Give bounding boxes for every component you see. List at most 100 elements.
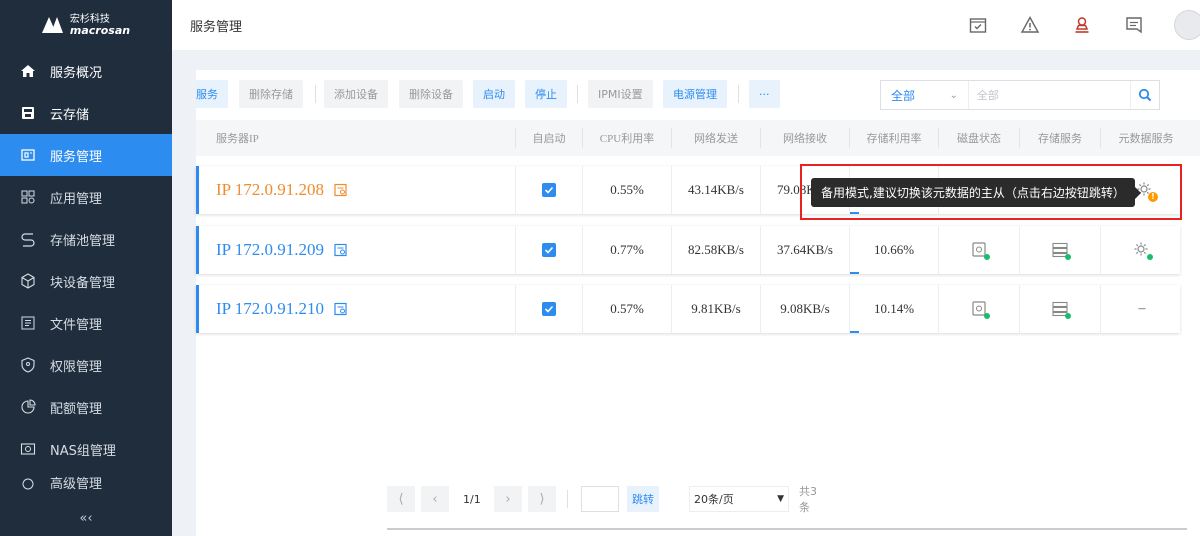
more-button[interactable]: ··· bbox=[749, 80, 780, 108]
sidebar-item-quota[interactable]: 配额管理 bbox=[0, 386, 172, 428]
net-send: 9.81KB/s bbox=[691, 301, 741, 316]
advanced-icon bbox=[20, 476, 36, 492]
status-ok-icon bbox=[984, 254, 990, 260]
logo-mark-icon bbox=[41, 17, 64, 33]
header: 服务管理 bbox=[172, 0, 1200, 50]
next-page-button[interactable]: › bbox=[494, 486, 522, 512]
disk-status-button[interactable] bbox=[970, 241, 990, 260]
metadata-service-button[interactable] bbox=[1133, 241, 1153, 260]
page-size-select[interactable]: 20条/页 ▼ bbox=[689, 486, 789, 512]
logo: 宏杉科技 macrosan bbox=[0, 0, 172, 50]
sidebar-item-overview[interactable]: 服务概况 bbox=[0, 50, 172, 92]
col-net-recv[interactable]: 网络接收 bbox=[761, 120, 849, 156]
message-icon bbox=[1126, 17, 1142, 34]
main-panel: 服务 删除存储 添加设备 删除设备 启动 停止 IPMI设置 电源管理 ··· … bbox=[196, 70, 1200, 536]
last-page-button[interactable]: ⟩ bbox=[528, 486, 556, 512]
table-row[interactable]: IP 172.0.91.210 0.57% 9.81KB/s 9.08KB/s … bbox=[196, 285, 1180, 333]
sidebar-item-label: 服务概况 bbox=[50, 65, 103, 81]
sidebar-item-cloud-storage[interactable]: 云存储 bbox=[0, 92, 172, 134]
autostart-checkbox[interactable] bbox=[542, 183, 556, 197]
sidebar-item-permission[interactable]: 权限管理 bbox=[0, 344, 172, 386]
storage-usage-cell: 10.66% bbox=[850, 226, 938, 274]
status-ok-icon bbox=[1065, 313, 1071, 319]
sidebar-item-block-device[interactable]: 块设备管理 bbox=[0, 260, 172, 302]
search-button[interactable] bbox=[1129, 81, 1159, 109]
alarm-button[interactable] bbox=[1004, 15, 1056, 35]
col-autostart[interactable]: 自启动 bbox=[516, 120, 582, 156]
storage-service-button[interactable] bbox=[1051, 241, 1071, 260]
storage-usage-cell: 10.14% bbox=[850, 285, 938, 333]
sidebar-item-file-management[interactable]: 文件管理 bbox=[0, 302, 172, 344]
cpu-usage: 0.77% bbox=[610, 242, 644, 257]
delete-device-button[interactable]: 删除设备 bbox=[399, 80, 463, 108]
status-ok-icon bbox=[1065, 254, 1071, 260]
status-ok-icon bbox=[1147, 254, 1153, 260]
autostart-checkbox[interactable] bbox=[542, 243, 556, 257]
detail-icon[interactable] bbox=[334, 183, 348, 197]
sidebar-item-label: 配额管理 bbox=[50, 401, 103, 417]
task-check-icon bbox=[969, 18, 987, 33]
status-ok-icon bbox=[984, 313, 990, 319]
message-button[interactable] bbox=[1108, 15, 1160, 35]
storage-usage-value: 10.14% bbox=[873, 301, 915, 316]
sidebar-item-pool-management[interactable]: 存储池管理 bbox=[0, 218, 172, 260]
block-icon bbox=[20, 273, 36, 289]
server-ip-link[interactable]: IP 172.0.91.208 bbox=[216, 180, 348, 200]
caret-down-icon: ▼ bbox=[777, 494, 784, 504]
cpu-usage: 0.55% bbox=[610, 182, 644, 197]
sidebar-item-service-management[interactable]: 服务管理 bbox=[0, 134, 172, 176]
page-jump-input[interactable] bbox=[581, 486, 619, 512]
col-net-send[interactable]: 网络发送 bbox=[672, 120, 760, 156]
detail-icon[interactable] bbox=[334, 302, 348, 316]
power-management-button[interactable]: 电源管理 bbox=[663, 80, 727, 108]
detail-icon[interactable] bbox=[334, 243, 348, 257]
sidebar-item-label: 块设备管理 bbox=[50, 275, 116, 291]
server-ip-link[interactable]: IP 172.0.91.209 bbox=[216, 240, 348, 260]
pool-icon bbox=[20, 231, 36, 247]
net-recv: 37.64KB/s bbox=[777, 242, 833, 257]
filter-select[interactable]: 全部 ⌄ bbox=[881, 81, 969, 109]
col-storage-service[interactable]: 存储服务 bbox=[1020, 120, 1100, 156]
page-info: 1/1 bbox=[463, 492, 481, 506]
sidebar-item-app-management[interactable]: 应用管理 bbox=[0, 176, 172, 218]
nas-icon bbox=[20, 441, 36, 457]
col-metadata-service[interactable]: 元数据服务 bbox=[1101, 120, 1191, 156]
sidebar-item-label: 云存储 bbox=[50, 107, 90, 123]
user-stamp-button[interactable] bbox=[1056, 15, 1108, 35]
service-button[interactable]: 服务 bbox=[196, 80, 228, 108]
delete-storage-button[interactable]: 删除存储 bbox=[239, 80, 303, 108]
sidebar-item-label: 应用管理 bbox=[50, 191, 103, 207]
server-ip-link[interactable]: IP 172.0.91.210 bbox=[216, 299, 348, 319]
col-server-ip[interactable]: 服务器IP bbox=[216, 120, 516, 156]
autostart-checkbox[interactable] bbox=[542, 302, 556, 316]
col-disk-status[interactable]: 磁盘状态 bbox=[939, 120, 1019, 156]
stop-button[interactable]: 停止 bbox=[525, 80, 567, 108]
col-storage-usage[interactable]: 存储利用率 bbox=[850, 120, 938, 156]
sidebar-item-advanced[interactable]: 高级管理 bbox=[0, 470, 172, 492]
jump-button[interactable]: 跳转 bbox=[627, 486, 659, 512]
search-icon bbox=[1138, 88, 1152, 102]
cloud-storage-icon bbox=[20, 105, 36, 121]
col-cpu[interactable]: CPU利用率 bbox=[583, 120, 671, 156]
ipmi-settings-button[interactable]: IPMI设置 bbox=[588, 80, 653, 108]
sidebar: 宏杉科技 macrosan 服务概况 云存储 服务管理 应用管理 存储池管理 块… bbox=[0, 0, 172, 536]
metadata-none: – bbox=[1138, 301, 1146, 316]
sidebar-item-nas-group[interactable]: NAS组管理 bbox=[0, 428, 172, 470]
start-button[interactable]: 启动 bbox=[473, 80, 515, 108]
storage-service-button[interactable] bbox=[1051, 300, 1071, 319]
search-input[interactable] bbox=[968, 81, 1130, 109]
logo-en: macrosan bbox=[69, 24, 131, 37]
add-device-button[interactable]: 添加设备 bbox=[324, 80, 388, 108]
avatar[interactable] bbox=[1174, 10, 1200, 40]
collapse-sidebar-button[interactable]: «‹ bbox=[0, 511, 172, 526]
task-button[interactable] bbox=[952, 15, 1004, 35]
warning-icon bbox=[1020, 16, 1040, 33]
sidebar-item-label: 存储池管理 bbox=[50, 233, 116, 249]
table-row[interactable]: IP 172.0.91.209 0.77% 82.58KB/s 37.64KB/… bbox=[196, 226, 1180, 274]
cpu-usage: 0.57% bbox=[610, 301, 644, 316]
net-recv: 9.08KB/s bbox=[780, 301, 830, 316]
first-page-button[interactable]: ⟨ bbox=[387, 486, 415, 512]
prev-page-button[interactable]: ‹ bbox=[421, 486, 449, 512]
disk-status-button[interactable] bbox=[970, 300, 990, 319]
chevron-down-icon: ⌄ bbox=[949, 89, 958, 101]
